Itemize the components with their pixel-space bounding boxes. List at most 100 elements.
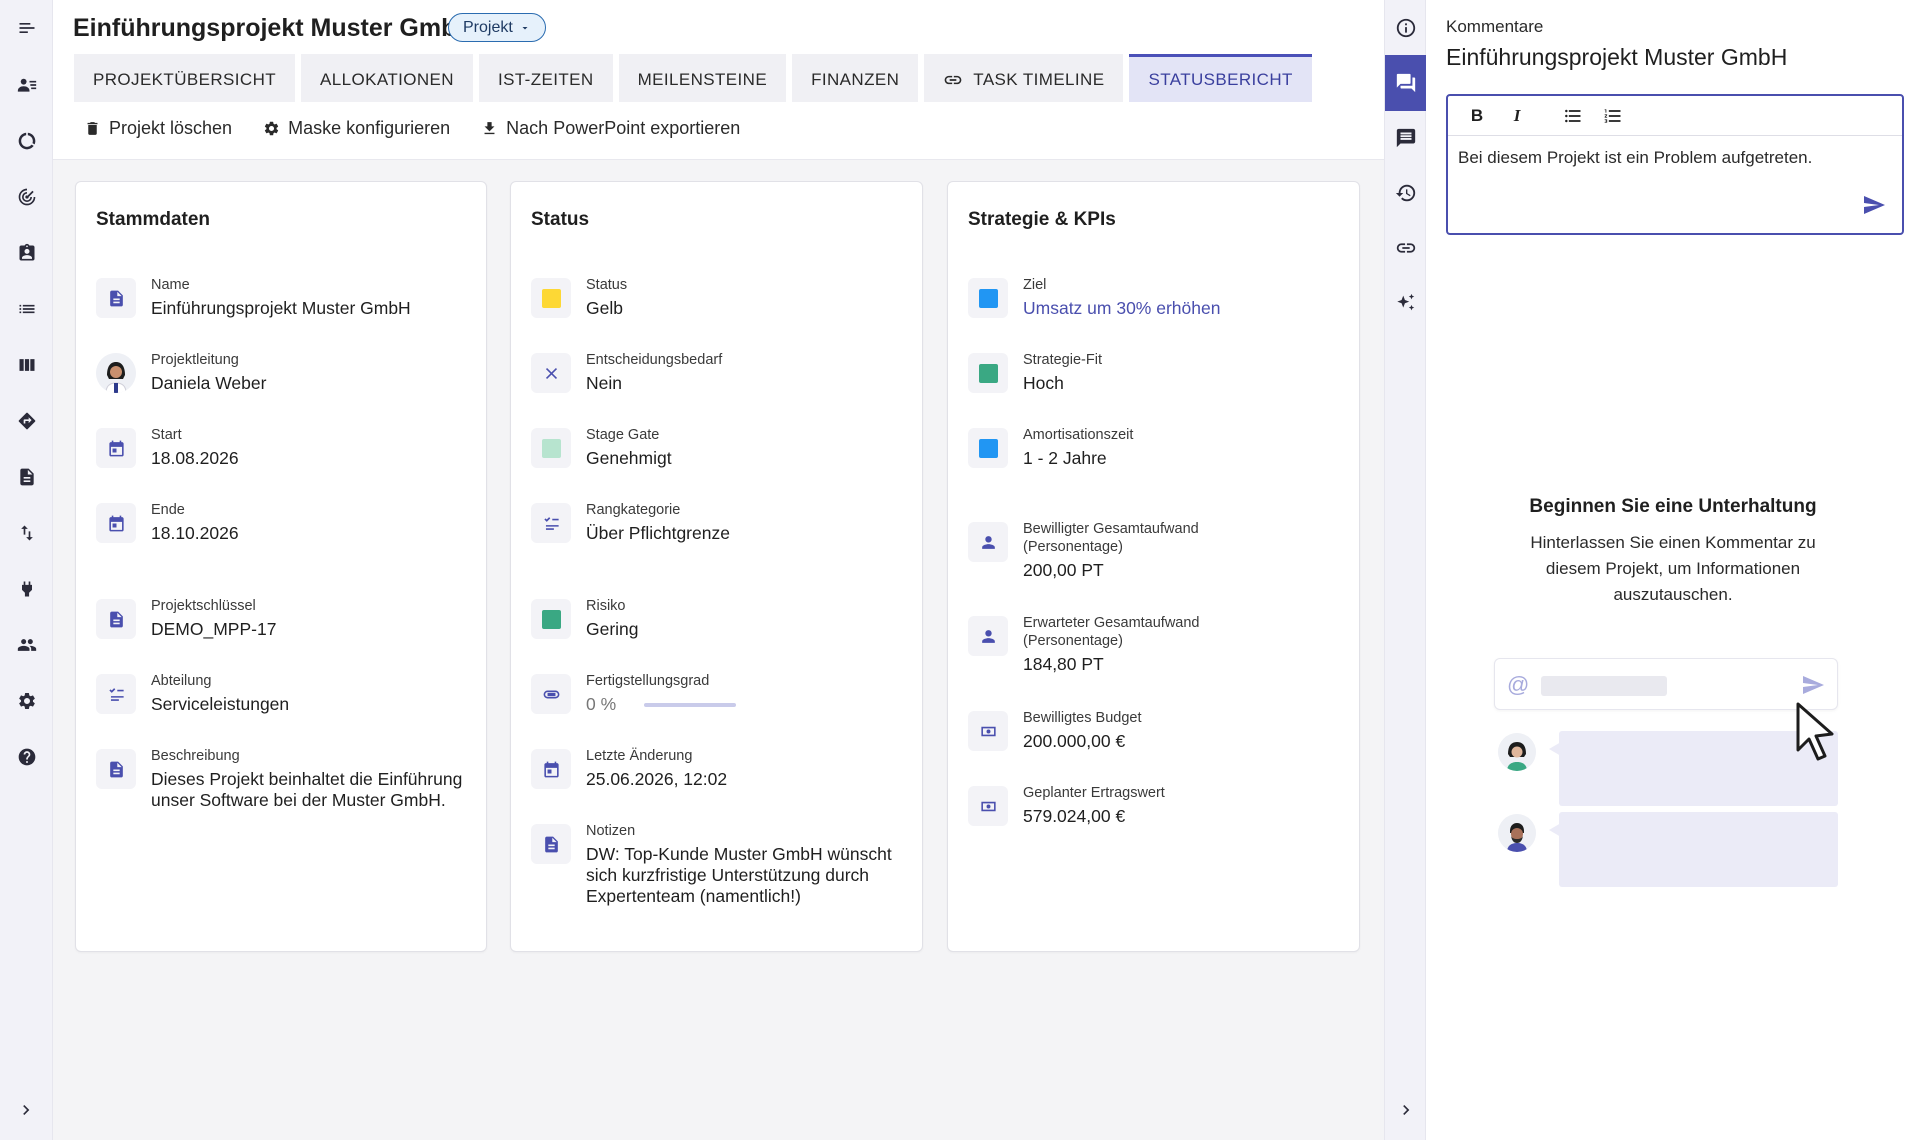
sparkle-icon[interactable]	[1385, 275, 1427, 331]
illustration-input: @	[1494, 658, 1838, 710]
bubble-tail	[1549, 823, 1561, 837]
field-geplanter-ertragswert: Geplanter Ertragswert 579.024,00 €	[968, 784, 1349, 827]
tab-bar: PROJEKTÜBERSICHT ALLOKATIONEN IST-ZEITEN…	[74, 54, 1312, 102]
bulleted-list-button[interactable]	[1556, 101, 1590, 131]
field-value: DEMO_MPP-17	[151, 619, 277, 639]
comment-text[interactable]: Bei diesem Projekt ist ein Problem aufge…	[1458, 148, 1812, 168]
field-label: Fertigstellungsgrad	[586, 673, 710, 689]
tab-label: STATUSBERICHT	[1148, 69, 1293, 89]
comment-icon[interactable]	[1385, 110, 1427, 166]
field-label: Amortisationszeit	[1023, 427, 1134, 443]
document-icon	[96, 278, 136, 318]
directions-icon[interactable]	[0, 399, 53, 443]
board-columns-icon[interactable]	[0, 343, 53, 387]
field-value: Genehmigt	[586, 448, 672, 468]
field-notizen: Notizen DW: Top-Kunde Muster GmbH wünscht…	[531, 822, 912, 907]
status-card: Status Status Gelb Entscheidungsbedarf Nei…	[510, 181, 923, 952]
donut-chart-icon[interactable]	[0, 119, 53, 163]
delete-project-button[interactable]: Projekt löschen	[84, 118, 232, 139]
link-icon	[944, 75, 962, 84]
plug-icon[interactable]	[0, 567, 53, 611]
configure-mask-button[interactable]: Maske konfigurieren	[263, 118, 450, 139]
page-title: Einführungsprojekt Muster GmbH	[73, 14, 475, 42]
field-value: Gering	[586, 619, 639, 639]
checklist-icon	[531, 503, 571, 543]
field-label: Beschreibung	[151, 748, 240, 764]
swap-vertical-icon[interactable]	[0, 511, 53, 555]
tab-label: TASK TIMELINE	[973, 69, 1105, 89]
tab-meilensteine[interactable]: MEILENSTEINE	[618, 54, 787, 102]
field-projektleitung: Projektleitung Daniela Weber	[96, 351, 476, 394]
strategie-kpis-card: Strategie & KPIs Ziel Umsatz um 30% erhöh…	[947, 181, 1360, 952]
illustration-cursor-icon	[1796, 702, 1834, 761]
expand-sidebar-chevron-right-icon[interactable]	[16, 1100, 36, 1120]
illustration-avatar-woman	[1498, 733, 1536, 771]
field-label: Ende	[151, 502, 185, 518]
assignment-icon[interactable]	[0, 231, 53, 275]
field-label: Rangkategorie	[586, 502, 681, 518]
trash-icon	[87, 122, 98, 135]
tab-label: FINANZEN	[811, 69, 900, 89]
strategy-fit-color-swatch	[968, 353, 1008, 393]
forum-icon[interactable]	[1385, 55, 1427, 111]
collapse-panel-chevron-right-icon[interactable]	[1396, 1100, 1416, 1120]
info-icon[interactable]	[1385, 0, 1427, 56]
help-icon[interactable]	[0, 735, 53, 779]
document-icon[interactable]	[0, 455, 53, 499]
main-content: Einführungsprojekt Muster GmbH Projekt P…	[53, 0, 1384, 1140]
field-stage-gate: Stage Gate Genehmigt	[531, 426, 912, 469]
tab-finanzen[interactable]: FINANZEN	[792, 54, 919, 102]
link-icon[interactable]	[1385, 220, 1427, 276]
document-icon	[531, 824, 571, 864]
delete-project-label: Projekt löschen	[109, 118, 233, 138]
numbered-list-button[interactable]	[1596, 101, 1630, 131]
illustration-placeholder-bar	[1541, 676, 1667, 696]
tab-projektuebersicht[interactable]: PROJEKTÜBERSICHT	[74, 54, 296, 102]
document-icon	[96, 749, 136, 789]
bold-button[interactable]: B	[1460, 101, 1494, 131]
field-label: Notizen	[586, 823, 636, 839]
field-projektschluessel: Projektschlüssel DEMO_MPP-17	[96, 597, 476, 640]
chevron-down-icon	[522, 26, 528, 29]
target-icon[interactable]	[0, 175, 53, 219]
illustration-avatar-man	[1498, 814, 1536, 852]
export-powerpoint-button[interactable]: Nach PowerPoint exportieren	[481, 118, 740, 139]
list-icon[interactable]	[0, 287, 53, 331]
card-title: Status	[531, 209, 590, 230]
tab-allokationen[interactable]: ALLOKATIONEN	[301, 54, 473, 102]
stammdaten-card: Stammdaten Name Einführungsprojekt Muster…	[75, 181, 487, 952]
tab-statusbericht[interactable]: STATUSBERICHT	[1129, 54, 1312, 102]
tab-label: ALLOKATIONEN	[320, 69, 454, 89]
field-label: Abteilung	[151, 673, 212, 689]
illustration-at-sign: @	[1507, 672, 1530, 697]
field-status: Status Gelb	[531, 276, 912, 319]
tab-ist-zeiten[interactable]: IST-ZEITEN	[478, 54, 613, 102]
tab-task-timeline[interactable]: TASK TIMELINE	[924, 54, 1124, 102]
right-panel-rail	[1384, 0, 1427, 1140]
tab-label: PROJEKTÜBERSICHT	[93, 69, 277, 89]
settings-icon[interactable]	[0, 679, 53, 723]
ziel-link[interactable]: Umsatz um 30% erhöhen	[1023, 298, 1220, 319]
field-label: Projektleitung	[151, 352, 239, 368]
italic-button[interactable]: I	[1500, 101, 1534, 131]
field-label: Bewilligter Gesamtaufwand (Personentage)	[1023, 521, 1199, 555]
group-icon[interactable]	[0, 623, 53, 667]
history-icon[interactable]	[1385, 165, 1427, 221]
amortisation-color-swatch	[968, 428, 1008, 468]
project-type-dropdown[interactable]: Projekt	[448, 13, 546, 42]
stage-gate-color-swatch	[531, 428, 571, 468]
field-value: Dieses Projekt beinhaltet die Einführung…	[151, 769, 463, 810]
comment-editor[interactable]: B I Bei diesem Projekt ist ein Problem a…	[1446, 94, 1904, 235]
menu-toggle-icon[interactable]	[0, 6, 53, 50]
bubble-tail	[1549, 742, 1561, 756]
card-title: Stammdaten	[96, 209, 211, 230]
field-value: 200.000,00 €	[1023, 731, 1126, 751]
numbered-list-icon	[1604, 108, 1621, 123]
field-amortisationszeit: Amortisationszeit 1 - 2 Jahre	[968, 426, 1349, 469]
send-comment-button[interactable]	[1862, 193, 1888, 219]
people-list-icon[interactable]	[0, 63, 53, 107]
send-icon	[1864, 196, 1885, 214]
download-icon	[484, 122, 495, 135]
field-label: Letzte Änderung	[586, 748, 693, 764]
field-value: Einführungsprojekt Muster GmbH	[151, 298, 411, 318]
